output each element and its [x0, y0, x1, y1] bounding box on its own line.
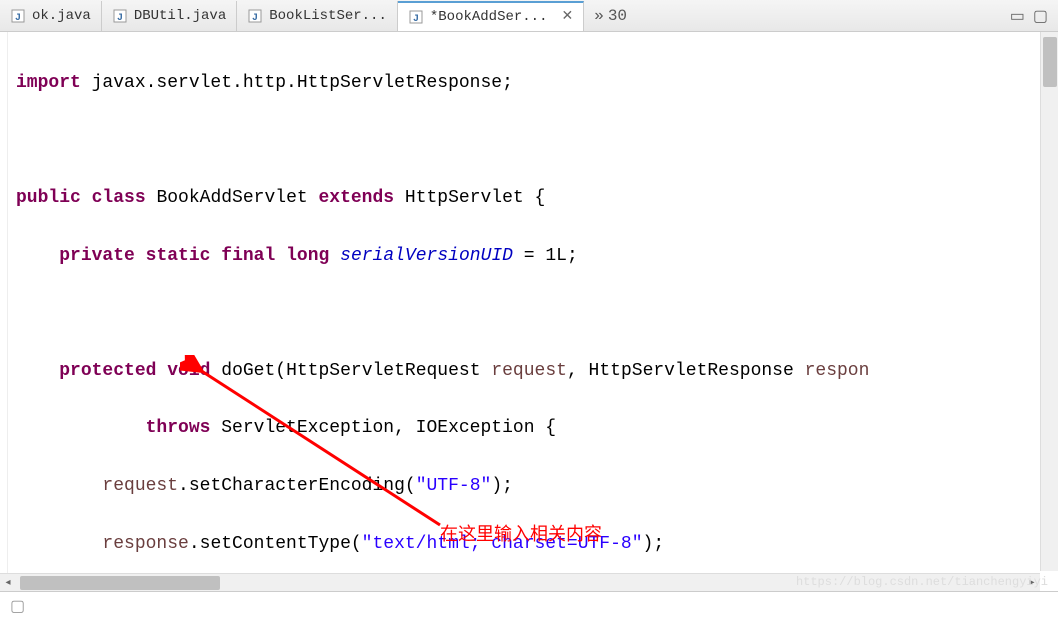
editor-tabs: J ok.java J DBUtil.java J BookListSer...… — [0, 0, 1058, 32]
code-text: javax.servlet.http.HttpServletResponse; — [81, 73, 513, 93]
tab-ok-java[interactable]: J ok.java — [0, 1, 102, 31]
java-file-icon: J — [247, 8, 263, 24]
param-name: request — [491, 361, 567, 381]
tab-dbutil[interactable]: J DBUtil.java — [102, 1, 237, 31]
keyword-protected: protected — [59, 361, 156, 381]
code-text: ServletException, IOException { — [210, 418, 556, 438]
keyword-class: class — [92, 188, 146, 208]
editor-controls: ▭ ▢ — [1010, 6, 1058, 26]
java-file-icon: J — [10, 8, 26, 24]
maximize-icon[interactable]: ▢ — [1033, 6, 1048, 26]
keyword-static: static — [146, 246, 211, 266]
method-name: doGet(HttpServletRequest — [210, 361, 491, 381]
code-editor[interactable]: import javax.servlet.http.HttpServletRes… — [0, 32, 1058, 591]
code-text: ); — [643, 534, 665, 554]
keyword-long: long — [286, 246, 329, 266]
status-bar: ▢ — [0, 591, 1058, 619]
tab-label: DBUtil.java — [134, 8, 226, 24]
tab-label: ok.java — [32, 8, 91, 24]
status-icon: ▢ — [10, 596, 25, 616]
java-file-icon: J — [112, 8, 128, 24]
code-text: ); — [491, 476, 513, 496]
code-content[interactable]: import javax.servlet.http.HttpServletRes… — [8, 32, 1058, 591]
tab-bookadd[interactable]: J *BookAddSer... ✕ — [398, 1, 584, 31]
keyword-throws: throws — [146, 418, 211, 438]
tab-label: *BookAddSer... — [430, 9, 548, 25]
watermark: https://blog.csdn.net/tianchengyiyi — [796, 575, 1048, 589]
overflow-count: 30 — [608, 7, 627, 25]
code-text: HttpServlet { — [394, 188, 545, 208]
overflow-icon: » — [594, 7, 604, 25]
svg-text:J: J — [252, 13, 258, 24]
keyword-public: public — [16, 188, 81, 208]
svg-text:J: J — [413, 14, 419, 25]
annotation-label: 在这里输入相关内容 — [440, 520, 602, 546]
var-name: response — [102, 534, 188, 554]
tab-booklist[interactable]: J BookListSer... — [237, 1, 398, 31]
class-name: BookAddServlet — [146, 188, 319, 208]
svg-text:J: J — [15, 13, 21, 24]
keyword-extends: extends — [318, 188, 394, 208]
scroll-left-icon[interactable]: ◂ — [0, 574, 16, 592]
minimize-icon[interactable]: ▭ — [1010, 6, 1025, 26]
editor-gutter — [0, 32, 8, 591]
keyword-import: import — [16, 73, 81, 93]
svg-text:J: J — [117, 13, 123, 24]
code-text: , HttpServletResponse — [567, 361, 805, 381]
string-literal: "UTF-8" — [416, 476, 492, 496]
field-name: serialVersionUID — [340, 246, 513, 266]
var-name: request — [102, 476, 178, 496]
param-name: respon — [805, 361, 870, 381]
code-text: = 1L; — [513, 246, 578, 266]
close-icon[interactable]: ✕ — [561, 8, 573, 25]
tab-label: BookListSer... — [269, 8, 387, 24]
keyword-final: final — [221, 246, 275, 266]
java-file-icon: J — [408, 9, 424, 25]
code-text: .setContentType( — [189, 534, 362, 554]
scroll-thumb[interactable] — [1043, 37, 1057, 87]
keyword-void: void — [167, 361, 210, 381]
tabs-overflow[interactable]: » 30 — [584, 7, 637, 25]
code-text: .setCharacterEncoding( — [178, 476, 416, 496]
vertical-scrollbar[interactable]: ▴ — [1040, 32, 1058, 571]
scroll-thumb[interactable] — [20, 576, 220, 590]
keyword-private: private — [59, 246, 135, 266]
